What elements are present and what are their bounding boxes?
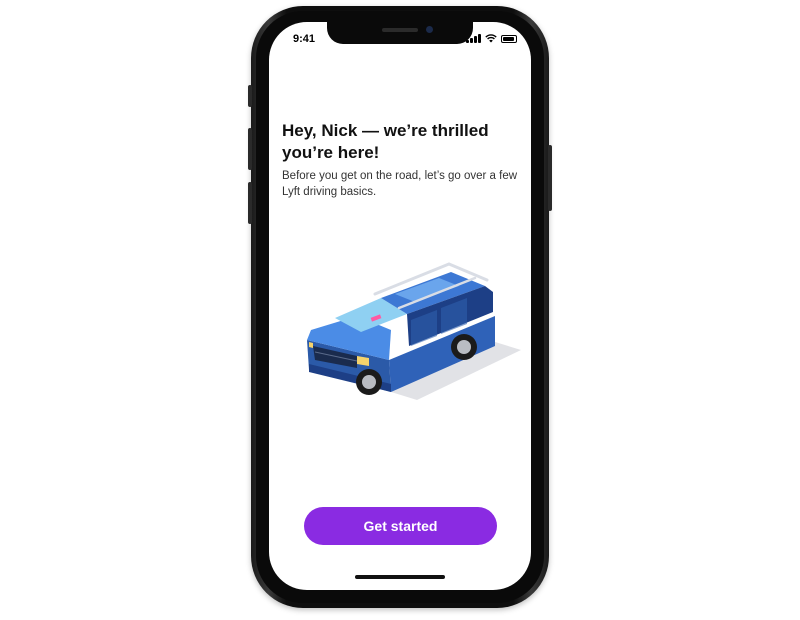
volume-down-button (248, 182, 252, 224)
status-time: 9:41 (293, 33, 316, 45)
notch (327, 22, 473, 44)
signal-icon (466, 34, 481, 43)
home-indicator[interactable] (355, 575, 445, 579)
silent-switch (248, 85, 252, 107)
phone-screen: 9:41 Hey, Nick — we’re thrilled you’re h… (269, 22, 531, 590)
welcome-subtext: Before you get on the road, let’s go ove… (282, 170, 518, 198)
battery-icon (501, 35, 517, 43)
wifi-icon (485, 34, 497, 43)
get-started-button[interactable]: Get started (304, 507, 497, 545)
car-illustration (307, 262, 521, 400)
power-button (548, 145, 552, 211)
status-icons (466, 34, 517, 43)
earpiece-speaker (382, 28, 418, 32)
front-camera (426, 26, 433, 33)
welcome-headline: Hey, Nick — we’re thrilled you’re here! (282, 121, 489, 162)
volume-up-button (248, 128, 252, 170)
